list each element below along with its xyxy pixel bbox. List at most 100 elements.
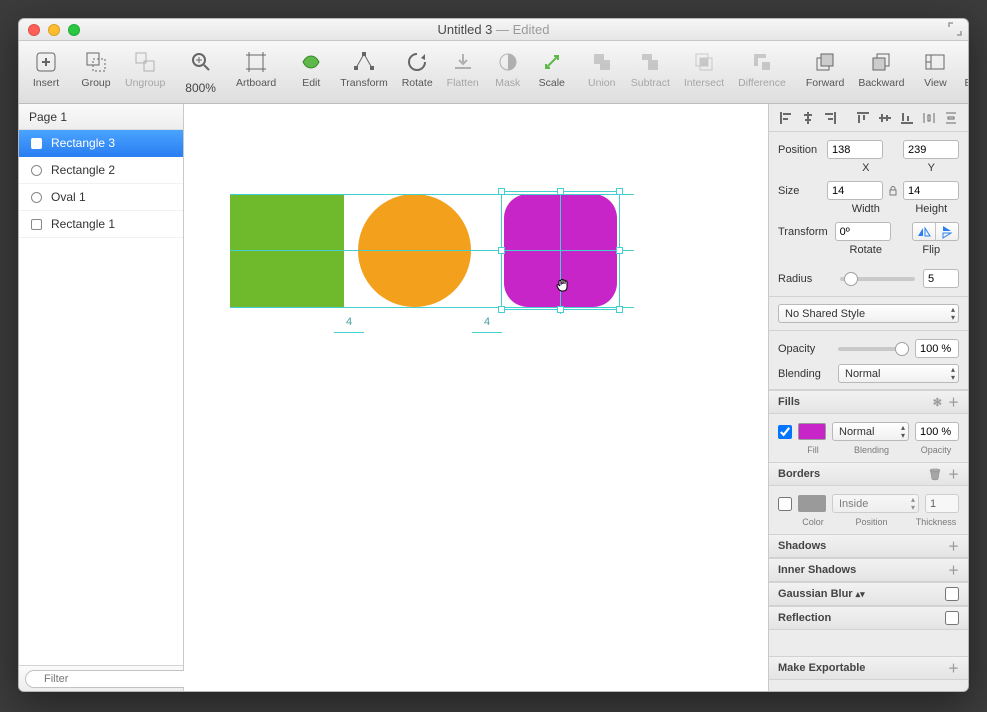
edit-button[interactable]: Edit [290, 45, 332, 89]
shadows-header[interactable]: Shadows ＋ [769, 534, 968, 558]
traffic-lights [19, 24, 80, 36]
export-icon [965, 47, 969, 77]
layer-row[interactable]: Oval 1 [19, 184, 183, 211]
position-x-input[interactable] [827, 140, 883, 159]
shape-oval-1[interactable] [358, 194, 471, 307]
width-input[interactable] [827, 181, 883, 200]
distribute-h-button[interactable] [921, 109, 937, 127]
distance-indicator [472, 332, 502, 333]
radius-slider[interactable] [840, 277, 915, 281]
flip-vertical-button[interactable] [936, 223, 958, 240]
rotate-icon [402, 47, 432, 77]
shape-rectangle-1[interactable] [230, 194, 344, 307]
fill-color-swatch[interactable] [798, 423, 826, 440]
backward-button[interactable]: Backward [852, 45, 910, 89]
group-button[interactable]: Group [75, 45, 117, 89]
resize-handle[interactable] [498, 188, 505, 195]
make-exportable-header[interactable]: Make Exportable ＋ [769, 656, 968, 680]
canvas[interactable]: 4 4 [184, 104, 768, 691]
fullscreen-icon[interactable] [948, 22, 962, 36]
align-center-v-button[interactable] [877, 109, 893, 127]
mask-button[interactable]: Mask [487, 45, 529, 89]
opacity-input[interactable] [915, 339, 959, 358]
align-top-button[interactable] [855, 109, 871, 127]
blending-select[interactable]: Normal▴▾ [838, 364, 959, 383]
inner-shadows-header[interactable]: Inner Shadows ＋ [769, 558, 968, 582]
close-window-button[interactable] [28, 24, 40, 36]
opacity-slider[interactable] [838, 347, 909, 351]
border-position-select[interactable]: Inside▴▾ [832, 494, 919, 513]
view-button[interactable]: View [914, 45, 956, 89]
add-inner-shadow-button[interactable]: ＋ [948, 562, 959, 578]
intersect-button[interactable]: Intersect [678, 45, 730, 89]
layers-panel: Page 1 Rectangle 3 Rectangle 2Oval 1Recta… [19, 104, 184, 691]
document-name: Untitled 3 [437, 22, 492, 37]
grab-cursor-icon [554, 276, 572, 294]
artboard-icon [241, 47, 271, 77]
page-header[interactable]: Page 1 [19, 104, 183, 130]
border-thickness-input[interactable] [925, 494, 959, 513]
border-enabled-checkbox[interactable] [778, 497, 792, 511]
union-button[interactable]: Union [581, 45, 623, 89]
body: Page 1 Rectangle 3 Rectangle 2Oval 1Recta… [19, 104, 968, 691]
add-border-button[interactable]: ＋ [948, 466, 959, 482]
layer-name: Rectangle 3 [51, 136, 115, 150]
position-label: Position [778, 144, 821, 156]
lock-aspect-icon[interactable] [889, 186, 897, 196]
forward-button[interactable]: Forward [800, 45, 851, 89]
height-input[interactable] [903, 181, 959, 200]
gaussian-blur-header[interactable]: Gaussian Blur▴▾ [769, 582, 968, 606]
align-left-button[interactable] [778, 109, 794, 127]
union-icon [587, 47, 617, 77]
artboard-button[interactable]: Artboard [230, 45, 282, 89]
fill-blend-select[interactable]: Normal▴▾ [832, 422, 909, 441]
align-bottom-button[interactable] [899, 109, 915, 127]
add-shadow-button[interactable]: ＋ [948, 538, 959, 554]
export-button[interactable]: Export [958, 45, 969, 89]
align-center-h-button[interactable] [800, 109, 816, 127]
resize-handle[interactable] [498, 306, 505, 313]
toolbar: Insert Group Ungroup 800% Artboard Edit … [19, 41, 968, 104]
app-window: Untitled 3 — Edited Insert Group Ungroup… [18, 18, 969, 692]
gear-icon[interactable]: ✻ [933, 396, 942, 409]
scale-button[interactable]: Scale [531, 45, 573, 89]
difference-icon [747, 47, 777, 77]
radius-input[interactable] [923, 269, 959, 288]
distribute-v-button[interactable] [943, 109, 959, 127]
resize-handle[interactable] [616, 247, 623, 254]
minimize-window-button[interactable] [48, 24, 60, 36]
ungroup-button[interactable]: Ungroup [119, 45, 171, 89]
reflection-enabled-checkbox[interactable] [945, 611, 959, 625]
flatten-button[interactable]: Flatten [441, 45, 485, 89]
zoom-control[interactable]: 800% [179, 45, 222, 95]
trash-icon[interactable]: 🗑 [928, 468, 942, 481]
transform-label: Transform [778, 226, 829, 238]
align-right-button[interactable] [822, 109, 838, 127]
add-fill-button[interactable]: ＋ [948, 394, 959, 410]
layer-row[interactable]: Rectangle 1 [19, 211, 183, 238]
mask-icon [493, 47, 523, 77]
flip-horizontal-button[interactable] [913, 223, 936, 240]
position-y-input[interactable] [903, 140, 959, 159]
rotate-input[interactable] [835, 222, 891, 241]
blur-enabled-checkbox[interactable] [945, 587, 959, 601]
border-color-swatch[interactable] [798, 495, 826, 512]
fill-enabled-checkbox[interactable] [778, 425, 792, 439]
subtract-button[interactable]: Subtract [625, 45, 676, 89]
zoom-window-button[interactable] [68, 24, 80, 36]
filter-input[interactable] [25, 670, 193, 688]
insert-button[interactable]: Insert [25, 45, 67, 89]
layer-row[interactable]: Rectangle 2 [19, 157, 183, 184]
difference-button[interactable]: Difference [732, 45, 792, 89]
add-export-button[interactable]: ＋ [948, 660, 959, 676]
resize-handle[interactable] [557, 306, 564, 313]
shared-style-select[interactable]: No Shared Style ▴▾ [778, 304, 959, 323]
layer-row[interactable]: Rectangle 3 [19, 130, 183, 157]
resize-handle[interactable] [616, 306, 623, 313]
rotate-button[interactable]: Rotate [396, 45, 439, 89]
resize-handle[interactable] [616, 188, 623, 195]
transform-button[interactable]: Transform [334, 45, 393, 89]
fill-opacity-input[interactable] [915, 422, 959, 441]
reflection-header[interactable]: Reflection [769, 606, 968, 630]
size-label: Size [778, 185, 821, 197]
